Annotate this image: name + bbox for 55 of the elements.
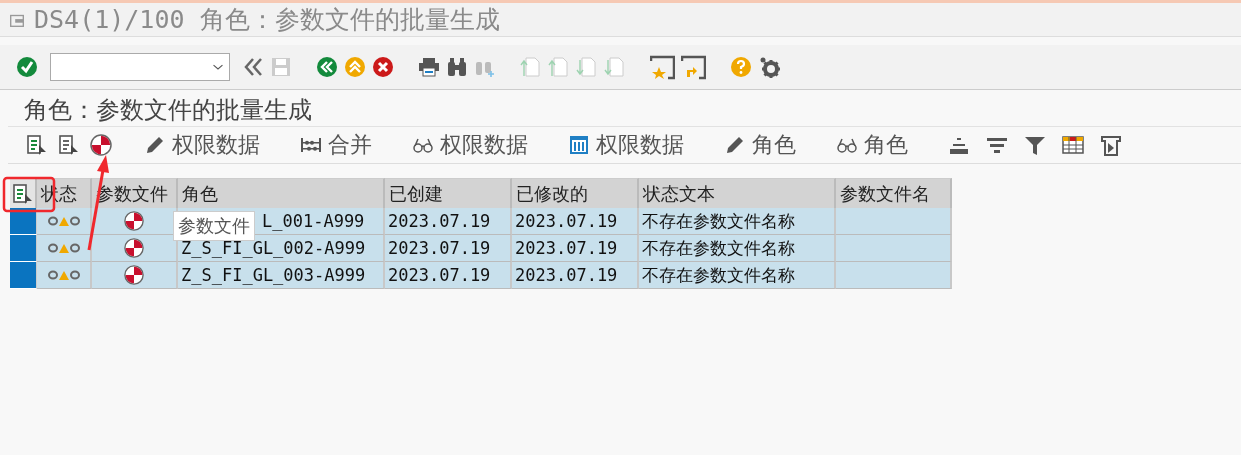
- table-cell: 2023.07.19: [385, 262, 512, 289]
- table-cell: 2023.07.19: [385, 235, 512, 262]
- table-cell: 2023.07.19: [385, 208, 512, 235]
- page-heading: 角色：参数文件的批量生成: [23, 95, 313, 126]
- row-selector[interactable]: [10, 235, 37, 262]
- parameter-file-icon: [124, 238, 144, 258]
- toolbar-button[interactable]: 角色: [836, 130, 908, 160]
- double-chevron-icon[interactable]: [242, 56, 264, 78]
- back-icon[interactable]: [316, 56, 338, 78]
- table-cell: 不存在参数文件名称: [639, 208, 836, 235]
- settings-icon[interactable]: [758, 56, 780, 78]
- table-cell: Z_S_FI_GL_002-A999: [178, 235, 385, 262]
- table-icon[interactable]: [568, 134, 590, 156]
- layout-header-cell[interactable]: [10, 178, 37, 208]
- printer-icon[interactable]: [418, 56, 440, 78]
- export-icon[interactable]: [1100, 134, 1122, 156]
- layout-icon: [11, 182, 34, 205]
- table-cell: Z_S_FI_GL_003-A999: [178, 262, 385, 289]
- pencil-icon[interactable]: [144, 134, 166, 156]
- table-cell: 不存在参数文件名称: [639, 262, 836, 289]
- status-light-icon: [47, 215, 80, 227]
- window-star-icon[interactable]: [650, 54, 675, 80]
- parameter-file-icon: [124, 211, 144, 231]
- binoculars-icon[interactable]: [446, 56, 468, 78]
- toolbar-button[interactable]: 合并: [300, 130, 372, 160]
- parameter-file-icon: [124, 265, 144, 285]
- parameter-file-icon[interactable]: [90, 134, 112, 156]
- column-header[interactable]: 状态文本: [639, 178, 836, 208]
- toolbar-button[interactable]: 权限数据: [144, 130, 260, 160]
- window-title: DS4(1)/100 角色：参数文件的批量生成: [34, 4, 500, 36]
- status-light-icon: [47, 242, 80, 254]
- list-icon[interactable]: [58, 134, 80, 156]
- column-header[interactable]: 参数文件名: [836, 178, 952, 208]
- status-light-icon: [47, 269, 80, 281]
- tooltip: 参数文件: [173, 211, 255, 241]
- column-header[interactable]: 已修改的: [512, 178, 639, 208]
- grid-icon[interactable]: [1062, 134, 1084, 156]
- toolbar-button[interactable]: 权限数据: [412, 130, 528, 160]
- toolbar-button[interactable]: 角色: [724, 130, 796, 160]
- row-selector[interactable]: [10, 262, 37, 289]
- list-select-icon[interactable]: [26, 134, 48, 156]
- pencil-icon[interactable]: [724, 134, 746, 156]
- row-selector[interactable]: [10, 208, 37, 235]
- checkmark-icon[interactable]: [16, 56, 38, 78]
- table-cell: 不存在参数文件名称: [639, 235, 836, 262]
- window-arrow-icon[interactable]: [681, 54, 706, 80]
- table-cell: 2023.07.19: [512, 235, 639, 262]
- command-field[interactable]: [50, 53, 230, 81]
- table-cell: 2023.07.19: [512, 208, 639, 235]
- table-cell: 2023.07.19: [512, 262, 639, 289]
- column-header[interactable]: 角色: [178, 178, 385, 208]
- toolbar-button[interactable]: 权限数据: [568, 130, 684, 160]
- funnel-icon[interactable]: [1024, 134, 1046, 156]
- cancel-icon[interactable]: [372, 56, 394, 78]
- column-header[interactable]: 已创建: [385, 178, 512, 208]
